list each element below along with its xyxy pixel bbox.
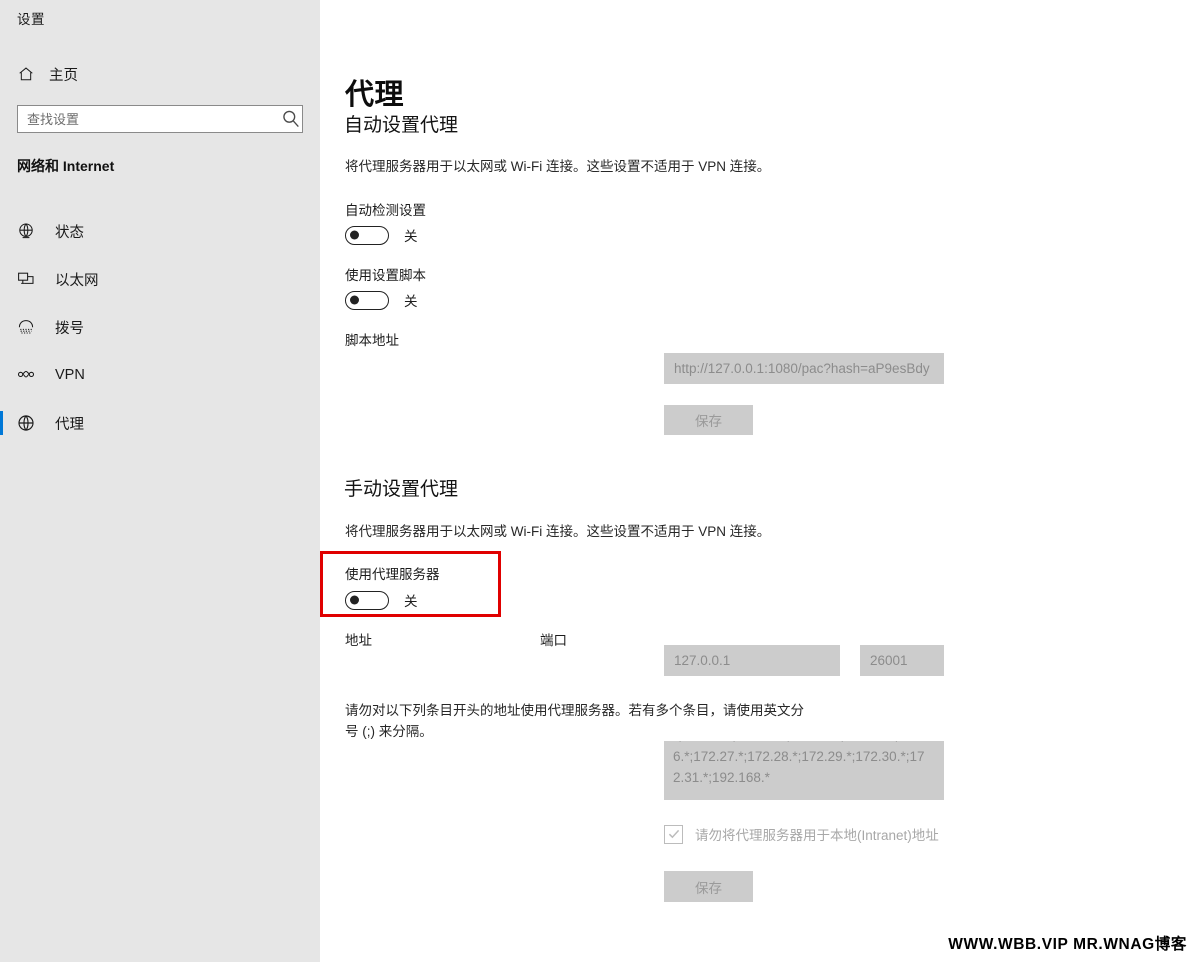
proxy-globe-icon: [16, 413, 36, 433]
search-icon: [280, 106, 302, 132]
toggle-knob: [350, 230, 359, 240]
use-proxy-toggle-row: 关: [345, 590, 418, 610]
sidebar-item-ethernet[interactable]: 以太网: [0, 255, 320, 303]
manual-setup-description: 将代理服务器用于以太网或 Wi-Fi 连接。这些设置不适用于 VPN 连接。: [345, 524, 771, 539]
auto-setup-description: 将代理服务器用于以太网或 Wi-Fi 连接。这些设置不适用于 VPN 连接。: [345, 159, 771, 174]
bypass-local-checkbox[interactable]: [664, 824, 683, 844]
sidebar-item-home-label: 主页: [49, 67, 78, 84]
sidebar-item-dialup[interactable]: 拨号: [0, 303, 320, 351]
sidebar-item-status[interactable]: 状态: [0, 207, 320, 255]
sidebar-item-proxy[interactable]: 代理: [0, 399, 320, 447]
use-script-toggle-state: 关: [404, 294, 418, 309]
selection-indicator: [0, 363, 3, 387]
selection-indicator: [0, 267, 3, 291]
port-input[interactable]: 26001: [860, 645, 944, 676]
use-script-toggle[interactable]: [345, 290, 389, 310]
manual-setup-heading: 手动设置代理: [344, 479, 459, 500]
toggle-knob: [350, 595, 359, 605]
sidebar-item-proxy-label: 代理: [55, 416, 84, 433]
toggle-knob: [350, 295, 359, 305]
auto-detect-toggle-state: 关: [404, 229, 418, 244]
app-title: 设置: [17, 12, 45, 27]
selection-indicator: [0, 219, 3, 243]
sidebar-item-ethernet-label: 以太网: [55, 272, 99, 289]
selection-indicator: [0, 315, 3, 339]
script-address-input[interactable]: http://127.0.0.1:1080/pac?hash=aP9esBdy: [664, 353, 944, 384]
sidebar-item-home[interactable]: 主页: [10, 59, 310, 89]
auto-detect-toggle[interactable]: [345, 225, 389, 245]
address-input[interactable]: 127.0.0.1: [664, 645, 840, 676]
main-content: 代理 自动设置代理 将代理服务器用于以太网或 Wi-Fi 连接。这些设置不适用于…: [320, 0, 1193, 962]
sidebar-item-vpn-label: VPN: [55, 367, 85, 383]
home-icon: [17, 65, 35, 83]
sidebar: 设置 主页 网络和 Internet: [0, 0, 320, 962]
settings-window: 设置 主页 网络和 Internet: [0, 0, 1193, 962]
auto-setup-heading: 自动设置代理: [344, 115, 459, 136]
auto-detect-label: 自动检测设置: [345, 203, 426, 218]
check-icon: [668, 829, 679, 839]
sidebar-item-vpn[interactable]: VPN: [0, 351, 320, 399]
watermark: WWW.WBB.VIP MR.WNAG博客: [948, 936, 1187, 953]
sidebar-item-dialup-label: 拨号: [55, 320, 84, 337]
use-proxy-toggle[interactable]: [345, 590, 389, 610]
use-script-toggle-row: 关: [345, 290, 418, 310]
search-box[interactable]: [17, 105, 303, 133]
exception-description: 请勿对以下列条目开头的地址使用代理服务器。若有多个条目，请使用英文分号 (;) …: [345, 703, 804, 739]
sidebar-nav: 状态 以太网 拨号 VPN 代理: [0, 207, 320, 447]
search-input[interactable]: [18, 106, 280, 132]
auto-save-button[interactable]: 保存: [664, 405, 753, 435]
page-title: 代理: [345, 79, 405, 112]
vpn-icon: [16, 365, 36, 385]
bypass-local-label: 请勿将代理服务器用于本地(Intranet)地址: [695, 828, 939, 843]
sidebar-item-status-label: 状态: [55, 224, 84, 241]
bypass-local-row[interactable]: 请勿将代理服务器用于本地(Intranet)地址: [664, 824, 939, 844]
ethernet-icon: [16, 269, 36, 289]
globe-status-icon: [16, 221, 36, 241]
use-script-label: 使用设置脚本: [345, 268, 426, 283]
address-label: 地址: [345, 633, 372, 648]
port-label: 端口: [540, 633, 567, 648]
exception-list-textarea[interactable]: *;172.22.*;172.23.*;172.24.*;172.25.*;17…: [664, 741, 944, 800]
auto-detect-toggle-row: 关: [345, 225, 418, 245]
script-address-label: 脚本地址: [345, 333, 399, 348]
dialup-icon: [16, 317, 36, 337]
manual-save-button[interactable]: 保存: [664, 871, 753, 902]
use-proxy-label: 使用代理服务器: [345, 567, 440, 582]
exception-list-value: *;172.22.*;172.23.*;172.24.*;172.25.*;17…: [673, 741, 932, 785]
sidebar-category-heading: 网络和 Internet: [17, 158, 115, 174]
selection-indicator: [0, 411, 3, 435]
use-proxy-toggle-state: 关: [404, 594, 418, 609]
